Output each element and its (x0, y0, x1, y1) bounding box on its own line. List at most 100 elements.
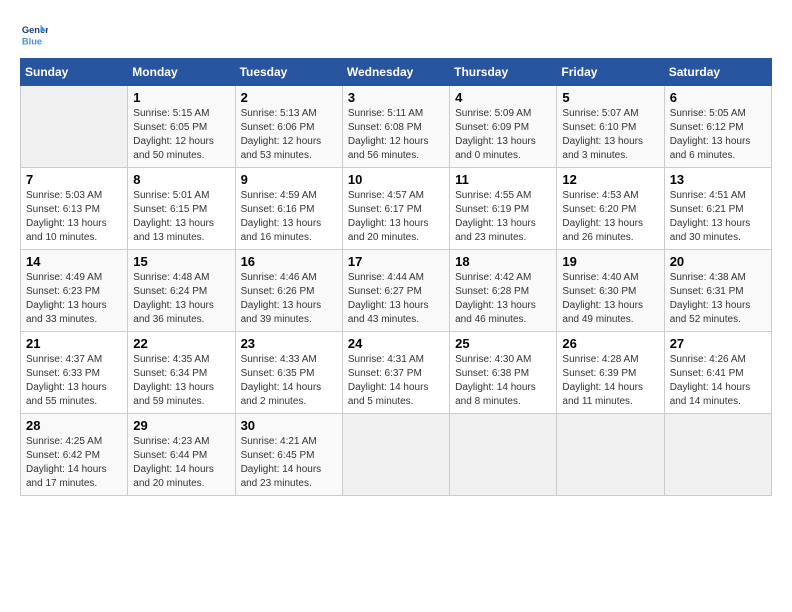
calendar-cell: 19 Sunrise: 4:40 AM Sunset: 6:30 PM Dayli… (557, 250, 664, 332)
day-number: 7 (26, 172, 122, 187)
calendar-cell: 13Sunrise: 4:51 AM Sunset: 6:21 PM Dayli… (664, 168, 771, 250)
day-number: 22 (133, 336, 229, 351)
header-day-tuesday: Tuesday (235, 59, 342, 86)
header-day-friday: Friday (557, 59, 664, 86)
day-info: Sunrise: 4:59 AM Sunset: 6:16 PM Dayligh… (241, 189, 337, 245)
calendar-cell (557, 414, 664, 496)
day-info: Sunrise: 4:35 AM Sunset: 6:34 PM Dayligh… (133, 353, 229, 409)
day-number: 21 (26, 336, 122, 351)
day-info: Sunrise: 4:42 AM Sunset: 6:28 PM Dayligh… (455, 271, 551, 327)
day-info: Sunrise: 4:57 AM Sunset: 6:17 PM Dayligh… (348, 189, 444, 245)
day-number: 17 (348, 254, 444, 269)
day-number: 26 (562, 336, 658, 351)
header-day-thursday: Thursday (450, 59, 557, 86)
day-number: 12 (562, 172, 658, 187)
day-info: Sunrise: 4:26 AM Sunset: 6:41 PM Dayligh… (670, 353, 766, 409)
week-row-0: 1Sunrise: 5:15 AM Sunset: 6:05 PM Daylig… (21, 86, 772, 168)
calendar-cell: 9 Sunrise: 4:59 AM Sunset: 6:16 PM Daylig… (235, 168, 342, 250)
calendar-cell: 8 Sunrise: 5:01 AM Sunset: 6:15 PM Daylig… (128, 168, 235, 250)
calendar-cell (450, 414, 557, 496)
calendar-cell: 7 Sunrise: 5:03 AM Sunset: 6:13 PM Daylig… (21, 168, 128, 250)
day-number: 23 (241, 336, 337, 351)
day-info: Sunrise: 4:38 AM Sunset: 6:31 PM Dayligh… (670, 271, 766, 327)
day-number: 10 (348, 172, 444, 187)
day-number: 13 (670, 172, 766, 187)
day-info: Sunrise: 4:48 AM Sunset: 6:24 PM Dayligh… (133, 271, 229, 327)
header-day-saturday: Saturday (664, 59, 771, 86)
day-number: 29 (133, 418, 229, 433)
day-info: Sunrise: 4:21 AM Sunset: 6:45 PM Dayligh… (241, 435, 337, 491)
week-row-4: 28 Sunrise: 4:25 AM Sunset: 6:42 PM Dayli… (21, 414, 772, 496)
day-number: 27 (670, 336, 766, 351)
calendar-cell (342, 414, 449, 496)
day-info: Sunrise: 4:33 AM Sunset: 6:35 PM Dayligh… (241, 353, 337, 409)
calendar-cell: 1Sunrise: 5:15 AM Sunset: 6:05 PM Daylig… (128, 86, 235, 168)
day-number: 8 (133, 172, 229, 187)
day-info: Sunrise: 5:05 AM Sunset: 6:12 PM Dayligh… (670, 107, 766, 163)
day-number: 18 (455, 254, 551, 269)
week-row-1: 7 Sunrise: 5:03 AM Sunset: 6:13 PM Daylig… (21, 168, 772, 250)
day-number: 20 (670, 254, 766, 269)
day-number: 15 (133, 254, 229, 269)
calendar-cell: 5Sunrise: 5:07 AM Sunset: 6:10 PM Daylig… (557, 86, 664, 168)
calendar-cell: 15 Sunrise: 4:48 AM Sunset: 6:24 PM Dayli… (128, 250, 235, 332)
day-info: Sunrise: 4:28 AM Sunset: 6:39 PM Dayligh… (562, 353, 658, 409)
day-number: 11 (455, 172, 551, 187)
calendar-cell: 27 Sunrise: 4:26 AM Sunset: 6:41 PM Dayli… (664, 332, 771, 414)
day-info: Sunrise: 4:25 AM Sunset: 6:42 PM Dayligh… (26, 435, 122, 491)
day-number: 28 (26, 418, 122, 433)
calendar-cell (664, 414, 771, 496)
calendar-cell: 30 Sunrise: 4:21 AM Sunset: 6:45 PM Dayli… (235, 414, 342, 496)
calendar-cell: 28 Sunrise: 4:25 AM Sunset: 6:42 PM Dayli… (21, 414, 128, 496)
calendar-cell: 10 Sunrise: 4:57 AM Sunset: 6:17 PM Dayli… (342, 168, 449, 250)
header-day-wednesday: Wednesday (342, 59, 449, 86)
day-info: Sunrise: 5:01 AM Sunset: 6:15 PM Dayligh… (133, 189, 229, 245)
day-info: Sunrise: 4:55 AM Sunset: 6:19 PM Dayligh… (455, 189, 551, 245)
calendar-body: 1Sunrise: 5:15 AM Sunset: 6:05 PM Daylig… (21, 86, 772, 496)
calendar-cell: 11 Sunrise: 4:55 AM Sunset: 6:19 PM Dayli… (450, 168, 557, 250)
day-info: Sunrise: 4:44 AM Sunset: 6:27 PM Dayligh… (348, 271, 444, 327)
calendar-cell: 6Sunrise: 5:05 AM Sunset: 6:12 PM Daylig… (664, 86, 771, 168)
logo-icon: General Blue (20, 20, 48, 48)
calendar-cell (21, 86, 128, 168)
day-number: 3 (348, 90, 444, 105)
svg-text:Blue: Blue (22, 36, 42, 46)
day-info: Sunrise: 4:23 AM Sunset: 6:44 PM Dayligh… (133, 435, 229, 491)
day-info: Sunrise: 4:37 AM Sunset: 6:33 PM Dayligh… (26, 353, 122, 409)
page-header: General Blue (20, 20, 772, 48)
logo: General Blue (20, 20, 52, 48)
calendar-cell: 21 Sunrise: 4:37 AM Sunset: 6:33 PM Dayli… (21, 332, 128, 414)
header-row: SundayMondayTuesdayWednesdayThursdayFrid… (21, 59, 772, 86)
calendar-cell: 26 Sunrise: 4:28 AM Sunset: 6:39 PM Dayli… (557, 332, 664, 414)
calendar-cell: 17 Sunrise: 4:44 AM Sunset: 6:27 PM Dayli… (342, 250, 449, 332)
calendar-cell: 20 Sunrise: 4:38 AM Sunset: 6:31 PM Dayli… (664, 250, 771, 332)
day-info: Sunrise: 5:03 AM Sunset: 6:13 PM Dayligh… (26, 189, 122, 245)
week-row-3: 21 Sunrise: 4:37 AM Sunset: 6:33 PM Dayli… (21, 332, 772, 414)
calendar-table: SundayMondayTuesdayWednesdayThursdayFrid… (20, 58, 772, 496)
day-info: Sunrise: 5:15 AM Sunset: 6:05 PM Dayligh… (133, 107, 229, 163)
day-number: 19 (562, 254, 658, 269)
day-info: Sunrise: 5:07 AM Sunset: 6:10 PM Dayligh… (562, 107, 658, 163)
day-number: 4 (455, 90, 551, 105)
day-number: 30 (241, 418, 337, 433)
calendar-cell: 29 Sunrise: 4:23 AM Sunset: 6:44 PM Dayli… (128, 414, 235, 496)
calendar-header: SundayMondayTuesdayWednesdayThursdayFrid… (21, 59, 772, 86)
day-info: Sunrise: 4:30 AM Sunset: 6:38 PM Dayligh… (455, 353, 551, 409)
day-number: 9 (241, 172, 337, 187)
day-info: Sunrise: 4:31 AM Sunset: 6:37 PM Dayligh… (348, 353, 444, 409)
day-info: Sunrise: 4:53 AM Sunset: 6:20 PM Dayligh… (562, 189, 658, 245)
calendar-cell: 16Sunrise: 4:46 AM Sunset: 6:26 PM Dayli… (235, 250, 342, 332)
calendar-cell: 23 Sunrise: 4:33 AM Sunset: 6:35 PM Dayli… (235, 332, 342, 414)
day-number: 2 (241, 90, 337, 105)
week-row-2: 14Sunrise: 4:49 AM Sunset: 6:23 PM Dayli… (21, 250, 772, 332)
calendar-cell: 12 Sunrise: 4:53 AM Sunset: 6:20 PM Dayli… (557, 168, 664, 250)
day-number: 16 (241, 254, 337, 269)
day-number: 25 (455, 336, 551, 351)
day-number: 24 (348, 336, 444, 351)
calendar-cell: 24 Sunrise: 4:31 AM Sunset: 6:37 PM Dayli… (342, 332, 449, 414)
calendar-cell: 3Sunrise: 5:11 AM Sunset: 6:08 PM Daylig… (342, 86, 449, 168)
calendar-cell: 18 Sunrise: 4:42 AM Sunset: 6:28 PM Dayli… (450, 250, 557, 332)
day-info: Sunrise: 4:49 AM Sunset: 6:23 PM Dayligh… (26, 271, 122, 327)
calendar-cell: 14Sunrise: 4:49 AM Sunset: 6:23 PM Dayli… (21, 250, 128, 332)
day-info: Sunrise: 4:40 AM Sunset: 6:30 PM Dayligh… (562, 271, 658, 327)
